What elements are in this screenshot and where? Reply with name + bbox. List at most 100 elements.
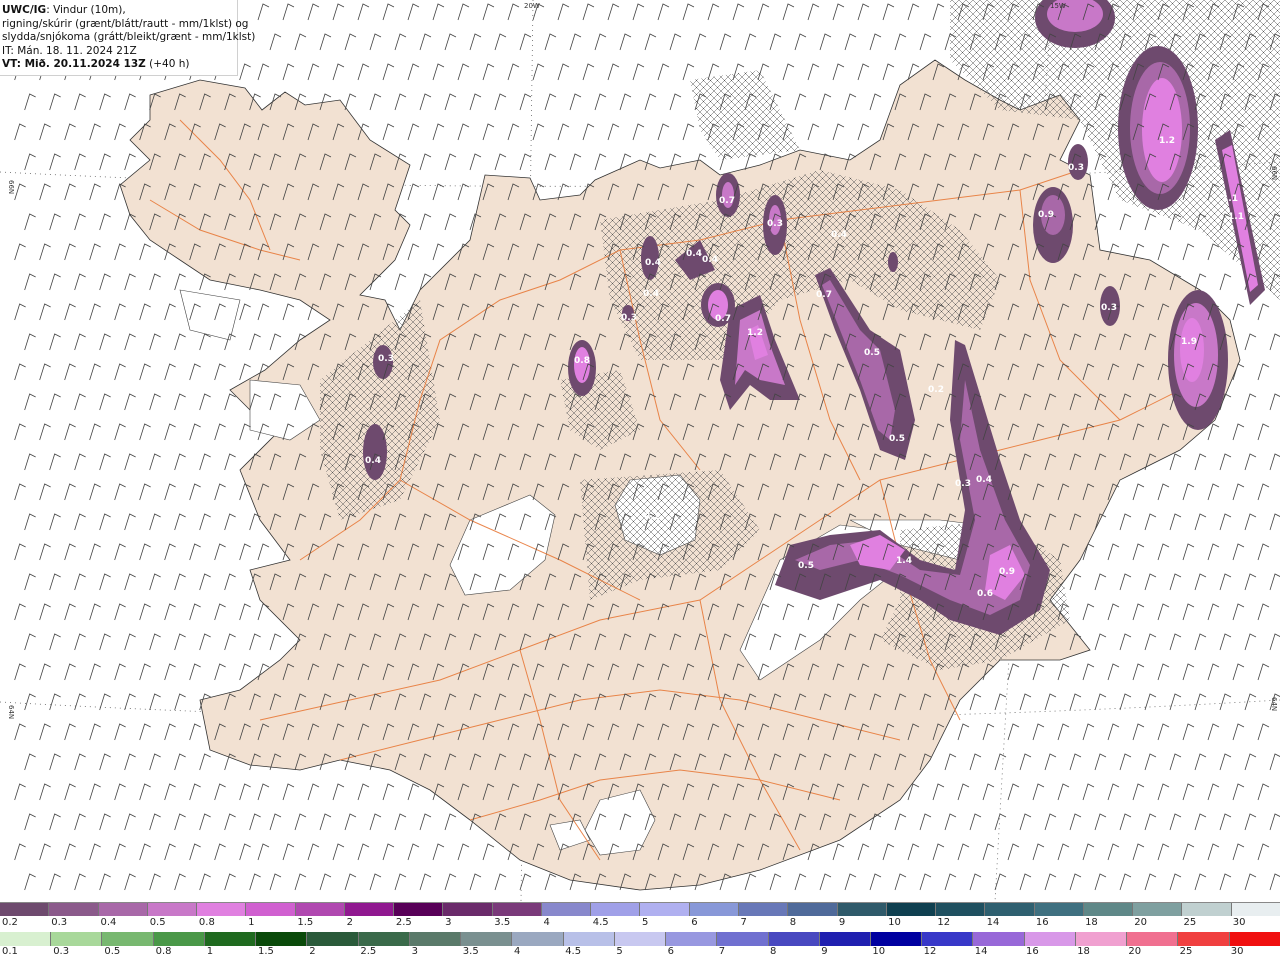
legend-snow-label: 8: [789, 917, 797, 928]
legend-snow-swatch: [442, 902, 492, 916]
legend-rain-swatch: [152, 932, 204, 946]
info-line-3: slydda/snjókoma (grátt/bleikt/grænt - mm…: [2, 31, 256, 44]
info-line-1: UWC/IG: Vindur (10m),: [2, 4, 237, 18]
precip-value: 0.9: [1038, 210, 1054, 220]
precip-value: 0.2: [928, 385, 944, 395]
legend-snow-label: 10: [888, 917, 901, 928]
legend-snow-label: 3: [445, 917, 452, 928]
legend-rain-labels: 0.1 0.3 0.5 0.8 1 1.5 2 2.5 3 3.5 4 4.5 5 6 7 8 9 10 12 14 1…: [0, 946, 1280, 960]
legend-rain-swatch: [1126, 932, 1178, 946]
precip-value: 0.4: [686, 249, 702, 259]
precip-value: 1.2: [1159, 136, 1175, 146]
legend-rain-label: 5: [616, 946, 623, 957]
precip-value: 0.4: [643, 289, 659, 299]
precip-value: 1.1: [1222, 194, 1238, 204]
legend-rain-label: 16: [1026, 946, 1039, 957]
legend-rain-label: 0.8: [155, 946, 172, 957]
legend-snow-swatch: [1033, 902, 1083, 916]
legend-rain-label: 1.5: [258, 946, 274, 957]
label-left-66n: 66N: [7, 180, 15, 194]
legend-rain-swatch: [357, 932, 409, 946]
legend-snow-label: 0.3: [51, 917, 68, 928]
valid-time: VT: Mið. 20.11.2024 13Z (+40 h): [2, 58, 237, 72]
precip-value: 0.3: [621, 313, 637, 323]
legend-snow-label: 14: [986, 917, 1000, 928]
legend-rain-label: 3: [411, 946, 418, 957]
label-20w: 20W: [524, 2, 540, 10]
legend-snow-label: 9: [838, 917, 846, 928]
info-box: UWC/IG: Vindur (10m), rigning/skúrir (gr…: [0, 0, 256, 76]
legend-rain-swatch: [255, 932, 307, 946]
precip-value: 1.9: [1181, 337, 1197, 347]
legend-rain-swatch: [921, 932, 973, 946]
legend-rain-label: 4.5: [565, 946, 582, 957]
legend-rain-label: 0.3: [53, 946, 70, 957]
legend-snow-swatch: [935, 902, 985, 916]
precip-value: 0.4: [365, 456, 381, 466]
legend-rain-label: 0.1: [2, 946, 18, 957]
legend-rain-label: 6: [667, 946, 674, 957]
vt-value: Mið. 20.11.2024 13Z: [20, 58, 146, 71]
info-desc-1: : Vindur (10m),: [46, 4, 126, 16]
legend-snow-label: 0.8: [198, 917, 215, 928]
legend-rain-label: 7: [718, 946, 726, 957]
precip-value: 0.7: [816, 290, 832, 300]
legend-snow-swatch: [146, 902, 197, 916]
vt-label: VT:: [2, 58, 21, 71]
precip-value: 0.7: [715, 314, 731, 324]
legend-snow-swatch: [639, 902, 689, 916]
legend-snow-swatch: [48, 902, 98, 916]
legend-snow-swatch: [540, 902, 591, 916]
legend-rain-swatch: [511, 932, 563, 946]
legend-snow-swatches: [0, 902, 1280, 916]
legend-rain-label: 1: [206, 946, 214, 957]
vt-offset: (+40 h): [145, 58, 190, 71]
info-line-2: rigning/skúrir (grænt/blátt/rautt - mm/1…: [2, 17, 249, 30]
legend-rain-swatches: [0, 932, 1280, 946]
precip-value: 0.5: [864, 348, 880, 358]
precip-value: 0.3: [1068, 163, 1084, 173]
legend-snow-label: 25: [1183, 917, 1197, 928]
legend-snow-label: 0.4: [100, 917, 117, 928]
legend-snow-swatch: [688, 902, 738, 916]
legend-rain-label: 10: [872, 946, 886, 957]
label-right-66n: 66N: [1270, 166, 1278, 180]
legend-snow-labels: 0.2 0.3 0.4 0.5 0.8 1 1.5 2 2.5 3 3.5 4 4.5 5 6 7 8 9 10 12…: [0, 917, 1280, 931]
precip-value: 0.9: [999, 567, 1015, 577]
legend-rain-label: 12: [923, 946, 937, 957]
precip-value: 1.2: [747, 328, 763, 338]
legend-snow-label: 2.5: [395, 917, 412, 928]
legend-snow-swatch: [885, 902, 936, 916]
legend-snow-label: 2: [346, 917, 353, 928]
init-time: IT: Mán. 18. 11. 2024 21Z: [2, 44, 137, 57]
legend-rain-swatch: [460, 932, 512, 946]
legend-rain-swatch: [1023, 932, 1075, 946]
legend-snow-swatch: [294, 902, 344, 916]
legend-snow-swatch: [1132, 902, 1182, 916]
legend-rain-swatch: [665, 932, 717, 946]
precip-value: 0.3: [378, 354, 394, 364]
legend-rain-swatch: [869, 932, 922, 946]
legend-rain-swatch: [408, 932, 461, 946]
legend-snow-swatch: [491, 902, 541, 916]
precip-value: 0.3: [1101, 303, 1117, 313]
legend-rain-swatch: [1177, 932, 1229, 946]
legend-rain-label: 3.5: [462, 946, 479, 957]
legend-rain-label: 2.5: [360, 946, 377, 957]
precip-value: 0.7: [719, 196, 735, 206]
legend-rain-label: 9: [821, 946, 828, 957]
label-15w: 15W: [1050, 2, 1066, 10]
weather-map: 20W 15W 66N 64N 66N 64N 1.2 0.3 1.1 1.1 0.9 0…: [0, 0, 1280, 902]
model-label: UWC/IG: [2, 4, 47, 16]
precip-value: 0.4: [976, 475, 992, 485]
legend-rain-swatch: [306, 932, 358, 946]
legend-rain-label: 25: [1179, 946, 1193, 957]
legend-snow-label: 16: [1035, 917, 1049, 928]
legend-snow-swatch: [0, 902, 49, 916]
legend-rain-swatch: [613, 932, 666, 946]
legend-rain-swatch: [101, 932, 153, 946]
legend-rain-swatch: [0, 932, 51, 946]
legend-rain-swatch: [972, 932, 1024, 946]
legend-rain-swatch: [716, 932, 768, 946]
legend-snow-label: 4.5: [592, 917, 609, 928]
